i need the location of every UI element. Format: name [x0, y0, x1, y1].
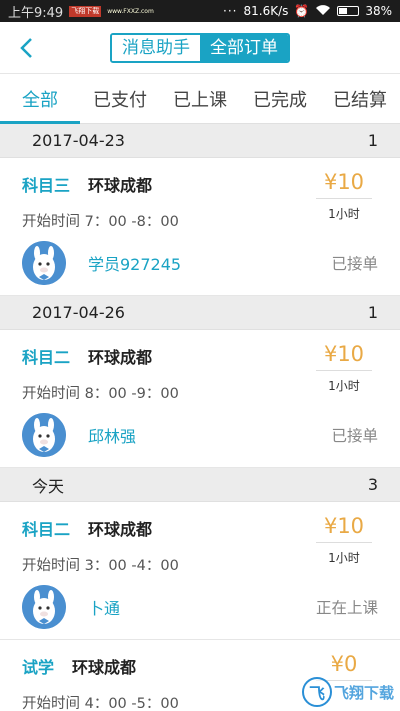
back-button[interactable] — [12, 32, 40, 64]
order-price: ¥10 — [316, 342, 372, 371]
student-avatar — [22, 413, 66, 457]
tab-completed[interactable]: 已完成 — [240, 74, 320, 123]
notification-dots-icon: ··· — [223, 4, 238, 18]
alpaca-avatar-icon — [22, 241, 66, 285]
order-subject: 科目三 — [22, 176, 71, 195]
group-date: 今天 — [32, 476, 65, 496]
student-avatar — [22, 585, 66, 629]
order-duration: 1小时 — [328, 379, 360, 393]
watermark-text: 飞翔下载 — [333, 683, 394, 702]
battery-level: 38% — [365, 4, 392, 18]
chevron-left-icon — [20, 38, 32, 58]
status-time: 上午9:49 — [8, 5, 64, 21]
date-group-header: 2017-04-26 1 — [0, 296, 400, 330]
group-date: 2017-04-26 — [32, 303, 125, 322]
alpaca-avatar-icon — [22, 413, 66, 457]
order-place: 环球成都 — [72, 658, 137, 677]
order-duration: 1小时 — [328, 551, 360, 565]
watermark-link: www.FXXZ.com — [107, 7, 154, 15]
order-time: 开始时间 3：00 -4：00 — [22, 558, 179, 574]
status-bar: 上午9:49 飞翔下载 www.FXXZ.com ··· 81.6K/s ⏰ 3… — [0, 0, 400, 22]
order-card[interactable]: 科目二 环球成都 开始时间 8：00 -9：00 ¥10 1小时 邱林强 已接单 — [0, 330, 400, 468]
date-group-header: 2017-04-23 1 — [0, 124, 400, 158]
order-time: 开始时间 8：00 -9：00 — [22, 386, 179, 402]
order-time: 开始时间 7：00 -8：00 — [22, 214, 179, 230]
nav-bar: 消息助手 全部订单 — [0, 22, 400, 74]
order-status: 已接单 — [331, 427, 378, 445]
segment-message-assistant[interactable]: 消息助手 — [112, 34, 200, 61]
student-name[interactable]: 学员927245 — [88, 251, 181, 275]
order-tabs: 全部 已支付 已上课 已完成 已结算 — [0, 74, 400, 124]
order-subject: 试学 — [22, 658, 55, 677]
watermark-logo-icon: 飞 — [301, 677, 332, 707]
order-status: 已接单 — [331, 255, 378, 273]
battery-icon — [337, 6, 360, 16]
order-place: 环球成都 — [88, 176, 153, 195]
student-name[interactable]: 卜通 — [88, 595, 120, 619]
student-avatar — [22, 241, 66, 285]
wifi-icon — [315, 4, 331, 19]
group-count: 1 — [367, 303, 378, 322]
group-count: 3 — [367, 475, 378, 494]
date-group-header: 今天 3 — [0, 468, 400, 502]
alpaca-avatar-icon — [22, 585, 66, 629]
order-subject: 科目二 — [22, 348, 71, 367]
segment-all-orders[interactable]: 全部订单 — [200, 34, 288, 61]
tab-settled[interactable]: 已结算 — [320, 74, 400, 123]
order-price: ¥10 — [316, 514, 372, 543]
watermark-logo: 飞 飞翔下载 — [301, 677, 394, 707]
student-name[interactable]: 邱林强 — [88, 423, 136, 447]
order-card[interactable]: 科目二 环球成都 开始时间 3：00 -4：00 ¥10 1小时 卜通 正在上课 — [0, 502, 400, 640]
order-subject: 科目二 — [22, 520, 71, 539]
network-speed: 81.6K/s — [243, 4, 289, 18]
tab-attended[interactable]: 已上课 — [160, 74, 240, 123]
segmented-control: 消息助手 全部订单 — [110, 32, 290, 63]
order-card[interactable]: 科目三 环球成都 开始时间 7：00 -8：00 ¥10 1小时 学员92724… — [0, 158, 400, 296]
tab-all[interactable]: 全部 — [0, 74, 80, 124]
order-place: 环球成都 — [88, 348, 153, 367]
group-count: 1 — [367, 131, 378, 150]
alarm-icon: ⏰ — [294, 4, 310, 18]
order-status: 正在上课 — [315, 599, 378, 617]
order-time: 开始时间 4：00 -5：00 — [22, 696, 179, 711]
order-duration: 1小时 — [328, 207, 360, 221]
order-price: ¥10 — [316, 170, 372, 199]
group-date: 2017-04-23 — [32, 131, 125, 150]
order-place: 环球成都 — [88, 520, 153, 539]
watermark-badge: 飞翔下载 — [69, 5, 102, 17]
tab-paid[interactable]: 已支付 — [80, 74, 160, 123]
